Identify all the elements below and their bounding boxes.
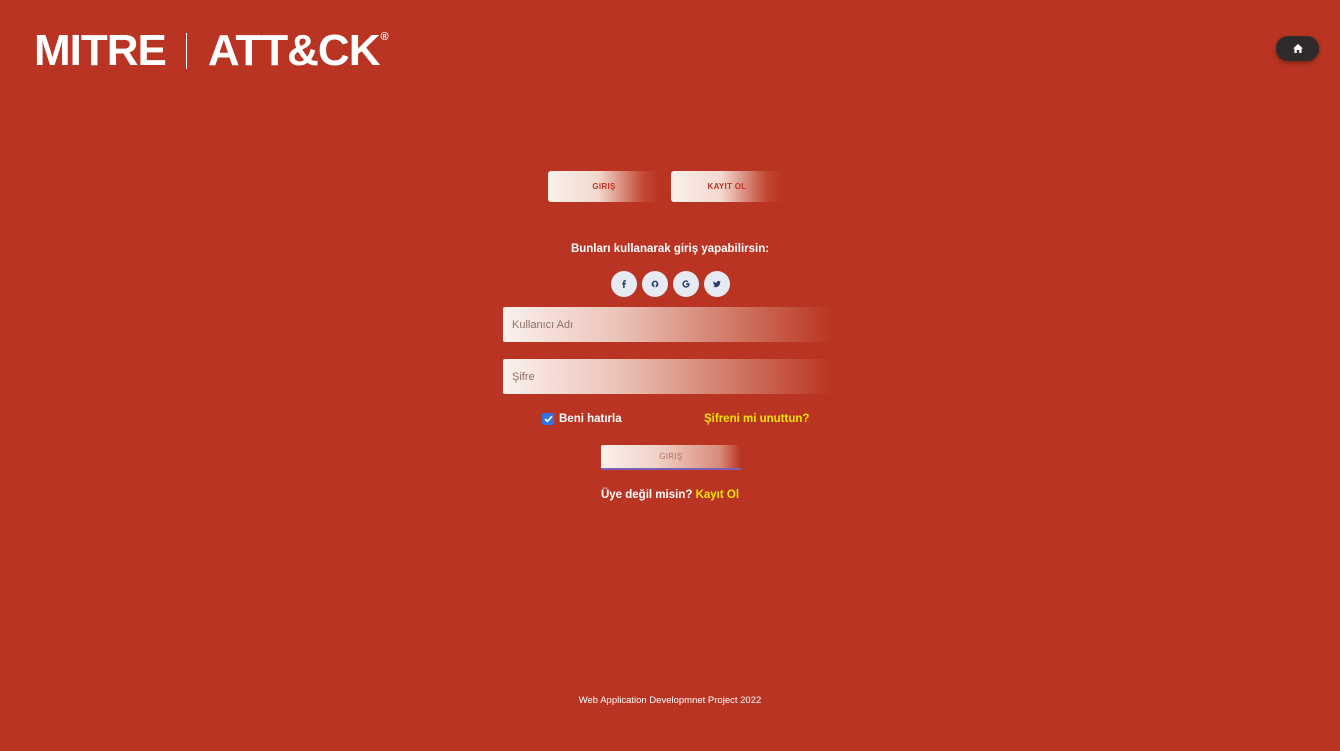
- social-login-title: Bunları kullanarak giriş yapabilirsin:: [570, 243, 770, 255]
- social-login-buttons: [611, 271, 730, 297]
- username-input[interactable]: [503, 307, 833, 342]
- logo-registered-mark: ®: [380, 31, 389, 43]
- login-submit-button[interactable]: GIRIŞ: [601, 445, 741, 470]
- twitter-icon: [713, 280, 721, 288]
- home-button[interactable]: [1276, 36, 1319, 61]
- logo-mitre-text: MITRE: [34, 26, 167, 75]
- github-icon: [651, 280, 659, 288]
- facebook-icon: [622, 280, 626, 288]
- remember-me-checkbox[interactable]: [542, 413, 554, 425]
- twitter-button[interactable]: [704, 271, 730, 297]
- mitre-attack-logo[interactable]: MITRE ATT&CK ®: [34, 26, 389, 75]
- logo-attack-text: ATT&CK: [207, 26, 381, 75]
- footer-text: Web Application Developmnet Project 2022: [578, 695, 762, 706]
- signup-prompt-text: Üye değil misin?: [600, 489, 693, 501]
- logo-divider: [185, 33, 187, 69]
- google-icon: [682, 280, 690, 288]
- remember-me-label: Beni hatırla: [559, 413, 622, 425]
- remember-me[interactable]: Beni hatırla: [542, 413, 622, 425]
- facebook-button[interactable]: [611, 271, 637, 297]
- password-input[interactable]: [503, 359, 833, 394]
- tab-register[interactable]: KAYIT OL: [671, 171, 783, 202]
- signup-link[interactable]: Kayıt Ol: [696, 489, 739, 501]
- login-page: MITRE ATT&CK ® GIRIŞ KAYIT OL Bunları ku…: [0, 0, 1340, 751]
- home-icon: [1292, 44, 1303, 53]
- forgot-password-link[interactable]: Şifreni mi unuttun?: [704, 413, 809, 425]
- tab-login[interactable]: GIRIŞ: [548, 171, 660, 202]
- checkmark-icon: [543, 415, 553, 423]
- google-button[interactable]: [673, 271, 699, 297]
- github-button[interactable]: [642, 271, 668, 297]
- signup-prompt: Üye değil misin? Kayıt Ol: [500, 489, 840, 501]
